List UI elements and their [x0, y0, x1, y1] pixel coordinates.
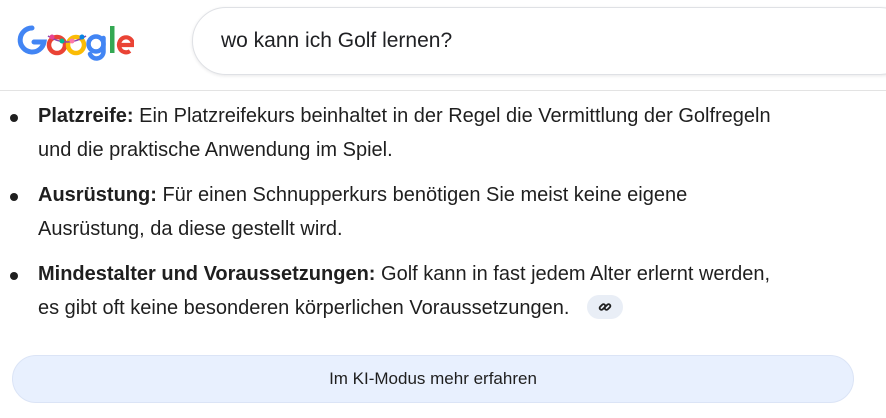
search-input[interactable]: wo kann ich Golf lernen?: [192, 7, 886, 75]
bullet-term: Platzreife:: [38, 105, 134, 127]
search-query-text: wo kann ich Golf lernen?: [221, 29, 453, 52]
link-icon: [598, 302, 612, 311]
source-link-button[interactable]: [587, 294, 624, 319]
bullet-text: Golf kann in fast jedem Alter erlernt we…: [381, 263, 771, 285]
bullet-icon: [10, 193, 18, 201]
logo-icon: [17, 25, 134, 61]
bullet-text-continued: und die praktische Anwendung im Spiel.: [38, 139, 393, 161]
bullet-icon: [10, 272, 18, 280]
bullet-text-continued: Ausrüstung, da diese gestellt wird.: [38, 218, 343, 240]
bullet-term: Mindestalter und Voraussetzungen:: [38, 263, 376, 285]
search-header: wo kann ich Golf lernen?: [0, 0, 886, 91]
bullet-term: Ausrüstung:: [38, 184, 157, 206]
ai-mode-button-label: Im KI-Modus mehr erfahren: [329, 369, 537, 388]
google-doodle-logo[interactable]: [12, 18, 134, 62]
bullet-text-continued: es gibt oft keine besonderen körperliche…: [38, 297, 570, 319]
bullet-text: Für einen Schnupperkurs benötigen Sie me…: [162, 184, 688, 206]
bullet-text: Ein Platzreifekurs beinhaltet in der Reg…: [139, 105, 771, 127]
ai-mode-learn-more-button[interactable]: Im KI-Modus mehr erfahren: [12, 355, 854, 403]
bullet-icon: [10, 114, 18, 122]
